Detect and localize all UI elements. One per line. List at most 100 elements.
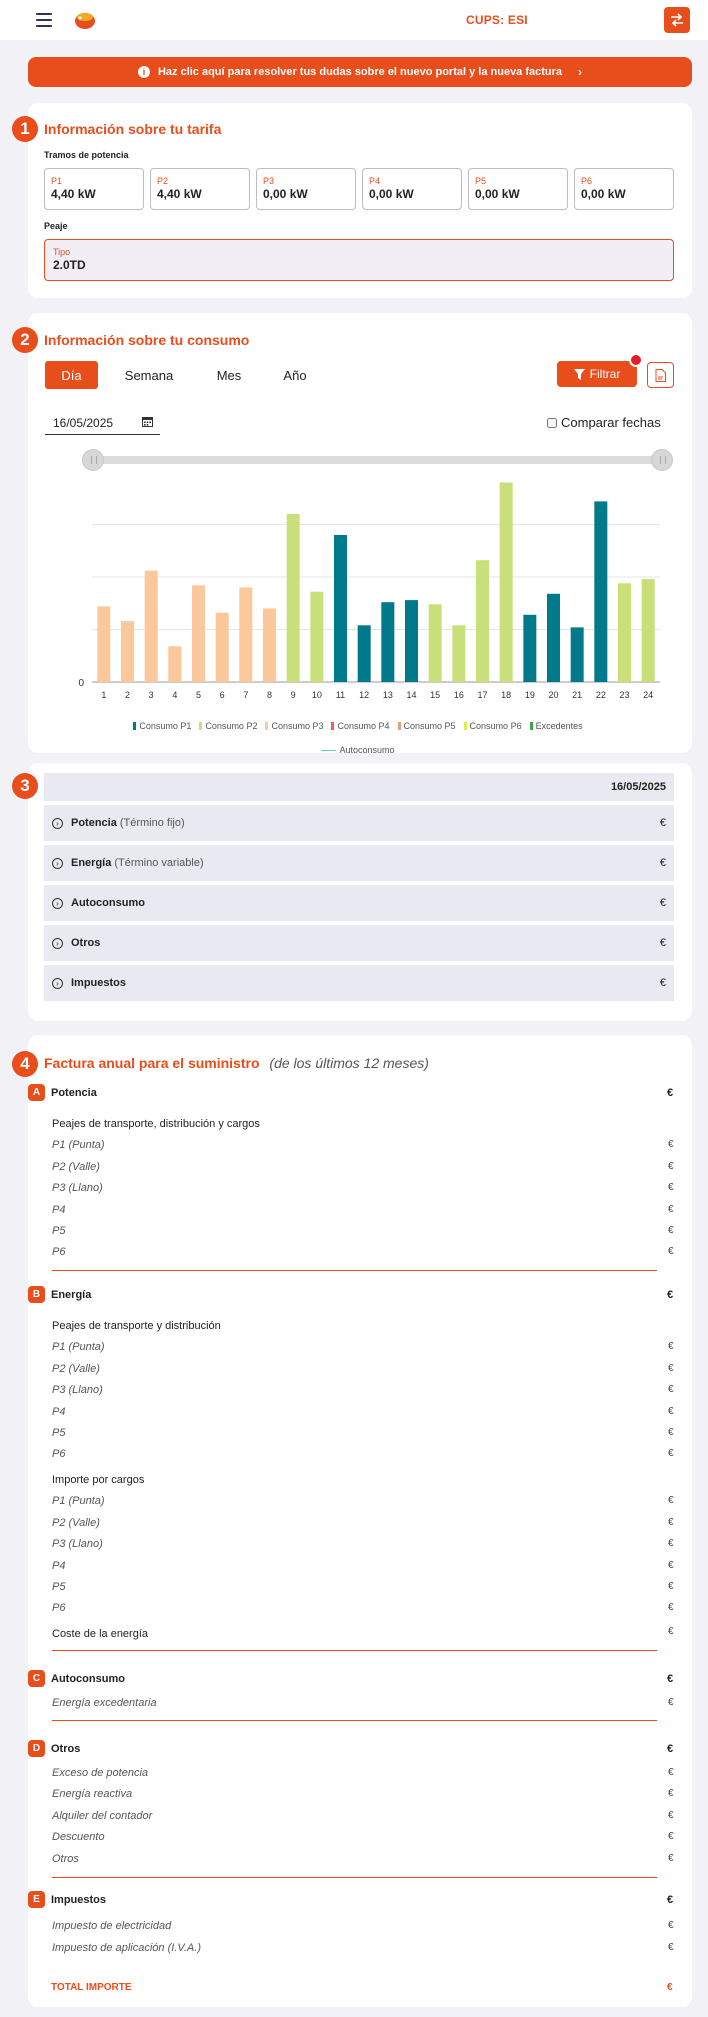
group-value-potencia: € [667, 1087, 674, 1099]
chart-x-tick-label: 5 [196, 690, 201, 700]
accordion-title: Impuestos [71, 977, 127, 989]
line-item-label: Energía excedentaria [52, 1697, 157, 1709]
group-value-autoconsumo: € [667, 1673, 674, 1685]
chart-x-tick-label: 6 [220, 690, 225, 700]
line-item-value: € [668, 1204, 674, 1215]
line-item-label: P5 [52, 1225, 66, 1237]
legend-label: Consumo P6 [469, 721, 522, 731]
accordion-otros[interactable]: › Otros € [44, 925, 674, 961]
legend-item[interactable]: Consumo P4 [331, 721, 390, 731]
line-item-label: P1 (Punta) [52, 1495, 105, 1507]
chart-bar [215, 612, 229, 682]
subhead-coste-energia: Coste de la energía [52, 1628, 149, 1640]
line-item-value: € [668, 1920, 674, 1931]
chart-x-tick-label: 10 [312, 690, 322, 700]
factura-subtitle: (de los últimos 12 meses) [269, 1055, 429, 1071]
accordion-autoconsumo[interactable]: › Autoconsumo € [44, 885, 674, 921]
line-item-label: P2 (Valle) [52, 1161, 100, 1173]
accordion-title: Autoconsumo [71, 897, 145, 909]
accordion-impuestos[interactable]: › Impuestos € [44, 965, 674, 1001]
legend-item[interactable]: Consumo P6 [463, 721, 522, 731]
line-item-label: P4 [52, 1406, 66, 1418]
legend-item[interactable]: Consumo P5 [397, 721, 456, 731]
line-item-value: € [668, 1161, 674, 1172]
chart-bar [618, 583, 631, 682]
line-item-label: P3 (Llano) [52, 1384, 103, 1396]
legend-swatch [265, 722, 269, 730]
accordion-title: Otros [71, 937, 101, 949]
section-number-1: 1 [12, 116, 38, 142]
group-title-energia: Energía [51, 1289, 92, 1301]
chart-bar [405, 600, 418, 682]
line-item-label: Descuento [52, 1831, 105, 1843]
accordion-potencia[interactable]: › Potencia (Término fijo) € [44, 805, 674, 841]
line-item-label: P3 (Llano) [52, 1182, 103, 1194]
group-letter-d: D [28, 1740, 45, 1757]
legend-item[interactable]: Consumo P2 [199, 721, 257, 731]
subhead-peajes-potencia: Peajes de transporte, distribución y car… [52, 1118, 260, 1130]
legend-swatch [133, 722, 137, 730]
chart-x-tick-label: 12 [359, 690, 369, 700]
factura-title-text: Factura anual para el suministro [44, 1055, 260, 1071]
line-item-label: Alquiler del contador [52, 1810, 153, 1822]
legend-item[interactable]: Consumo P3 [265, 721, 323, 731]
factura-card [28, 1035, 692, 2007]
line-item-value: € [668, 1626, 674, 1637]
divider [52, 1720, 657, 1721]
chart-x-tick-label: 20 [548, 690, 558, 700]
chart-bar [641, 579, 655, 682]
chevron-circle-icon: › [52, 937, 63, 949]
accordion-value: € [659, 937, 666, 949]
chart-x-tick-label: 14 [406, 690, 416, 700]
line-item-label: P5 [52, 1581, 66, 1593]
accordion-title: Energía [71, 857, 112, 869]
accordion-subtitle: (Término fijo) [119, 817, 185, 829]
section-number-4: 4 [12, 1051, 38, 1077]
legend-swatch [199, 722, 203, 730]
section-number-3: 3 [12, 773, 38, 799]
chart-x-tick-label: 1 [101, 690, 106, 700]
accordion-title: Potencia [71, 817, 117, 829]
line-item-value: € [668, 1246, 674, 1257]
chart-x-tick-label: 15 [430, 690, 440, 700]
chevron-circle-icon: › [52, 857, 63, 869]
legend-item[interactable]: Autoconsumo [321, 745, 395, 755]
chart-y-tick-label: 0 [78, 678, 84, 689]
chart-bar [594, 501, 608, 682]
chart-x-tick-label: 19 [525, 690, 535, 700]
line-item-value: € [668, 1517, 674, 1528]
chart-bar [97, 606, 111, 682]
divider [52, 1270, 657, 1271]
chart-bar [570, 627, 584, 682]
chart-x-tick-label: 13 [383, 690, 393, 700]
divider [52, 1877, 657, 1878]
chart-bar [452, 625, 466, 682]
accordion-subtitle: (Término variable) [114, 857, 204, 869]
chart-x-tick-label: 23 [619, 690, 629, 700]
group-title-otros: Otros [51, 1743, 81, 1755]
chart-bar [263, 608, 276, 682]
legend-label: Consumo P2 [205, 721, 258, 731]
legend-item[interactable]: Excedentes [529, 721, 583, 731]
group-letter-e: E [28, 1891, 45, 1908]
line-item-value: € [668, 1831, 674, 1842]
line-item-label: P4 [52, 1204, 66, 1216]
group-letter-c: C [28, 1670, 45, 1687]
chart-x-tick-label: 9 [291, 690, 296, 700]
chart-bar [499, 482, 513, 682]
accordion-value: € [659, 817, 666, 829]
legend-swatch [331, 722, 335, 730]
line-item-label: Otros [52, 1853, 79, 1865]
chart-x-tick-label: 17 [477, 690, 487, 700]
line-item-label: P2 (Valle) [52, 1363, 100, 1375]
line-item-value: € [668, 1448, 674, 1459]
line-item-value: € [668, 1581, 674, 1592]
group-letter-b: B [28, 1286, 45, 1303]
line-item-value: € [668, 1182, 674, 1193]
line-item-value: € [668, 1697, 674, 1708]
accordion-energia[interactable]: › Energía (Término variable) € [44, 845, 674, 881]
line-item-label: P5 [52, 1427, 66, 1439]
chart-bar [523, 614, 537, 682]
legend-item[interactable]: Consumo P1 [133, 721, 191, 731]
chevron-circle-icon: › [52, 977, 63, 989]
